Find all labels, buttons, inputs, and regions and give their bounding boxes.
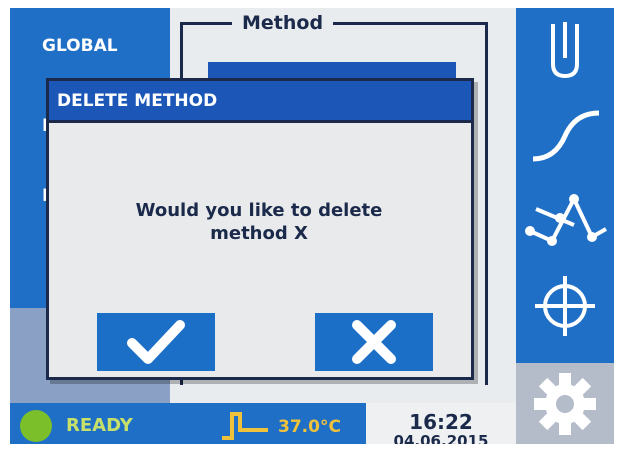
checkmark-icon <box>127 320 185 364</box>
clock-time: 16:22 <box>409 410 473 434</box>
gear-icon <box>534 372 596 435</box>
nav-item-label: GLOBAL <box>42 36 118 56</box>
status-indicator-dot <box>20 410 52 442</box>
dialog-message-line: Would you like to delete <box>135 200 383 221</box>
graph-nodes-icon <box>525 193 607 246</box>
dialog-message-line: method X <box>210 223 308 244</box>
method-title: Method <box>232 12 334 34</box>
dialog-title: DELETE METHOD <box>57 91 218 111</box>
dialog-message: Would you like to delete method X <box>89 199 429 245</box>
tool-graph[interactable] <box>516 178 614 263</box>
curve-icon <box>532 110 600 161</box>
thermometer-icon <box>222 412 268 440</box>
tool-curve[interactable] <box>516 93 614 178</box>
tool-test-tube[interactable] <box>516 8 614 93</box>
nav-item-global[interactable]: GLOBAL <box>10 16 170 76</box>
tool-target[interactable] <box>516 263 614 348</box>
dialog-header: DELETE METHOD <box>49 81 471 123</box>
status-bar: READY 37.0°C 16:22 04.06.2015 <box>10 403 516 444</box>
right-toolbar <box>516 8 614 444</box>
cancel-delete-button[interactable] <box>315 313 433 371</box>
test-tube-icon <box>551 21 579 78</box>
crosshair-icon <box>535 275 595 336</box>
clock-date: 04.06.2015 <box>393 433 489 444</box>
device-screen: GLOBAL RU PI Method <box>10 8 614 444</box>
tool-settings[interactable] <box>516 363 614 444</box>
clock: 16:22 04.06.2015 <box>366 403 516 444</box>
status-label: READY <box>66 415 133 436</box>
delete-method-dialog: DELETE METHOD Would you like to delete m… <box>46 78 474 380</box>
confirm-delete-button[interactable] <box>97 313 215 371</box>
temperature-value: 37.0°C <box>278 417 341 437</box>
x-icon <box>352 320 396 364</box>
